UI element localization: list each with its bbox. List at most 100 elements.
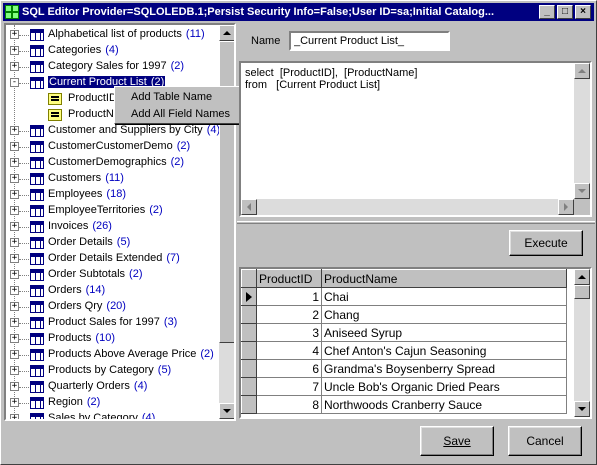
cell-productname[interactable]: Northwoods Cranberry Sauce [321,395,567,414]
expand-icon[interactable]: + [10,302,19,311]
cancel-button[interactable]: Cancel [508,426,582,456]
expand-icon[interactable]: + [10,286,19,295]
table-row[interactable]: 1 Chai [241,287,567,306]
tree-vertical-scrollbar[interactable] [219,25,234,419]
table-row[interactable]: 3 Aniseed Syrup [241,323,567,342]
grid-vertical-scrollbar[interactable] [574,269,590,417]
cell-productid[interactable]: 1 [256,287,322,306]
scroll-right-arrow-icon[interactable] [558,199,574,215]
name-field[interactable] [289,31,450,51]
expand-icon[interactable]: + [10,62,19,71]
cell-productid[interactable]: 4 [256,341,322,360]
expand-icon[interactable]: + [10,270,19,279]
tree-table-item[interactable]: + Customers (11) [6,171,219,187]
tree-table-item[interactable]: + Order Details Extended (7) [6,251,219,267]
schema-tree[interactable]: + Alphabetical list of products (11) + Categ… [4,23,236,421]
tree-item-label[interactable]: Categories (4) [48,44,119,56]
expand-icon[interactable]: + [10,318,19,327]
expand-icon[interactable]: + [10,206,19,215]
sql-editor[interactable]: select [ProductID], [ProductName] from [… [239,61,592,217]
row-indicator[interactable] [241,341,257,360]
tree-table-item[interactable]: + Products Above Average Price (2) [6,347,219,363]
tree-item-label[interactable]: CustomerCustomerDemo (2) [48,140,190,152]
tree-item-label[interactable]: Quarterly Orders (4) [48,380,147,392]
tree-table-item[interactable]: + Order Subtotals (2) [6,267,219,283]
tree-table-item[interactable]: + Product Sales for 1997 (3) [6,315,219,331]
tree-item-label[interactable]: Region (2) [48,396,100,408]
tree-item-label[interactable]: Sales by Category (4) [48,412,155,419]
title-bar[interactable]: SQL Editor Provider=SQLOLEDB.1;Persist S… [3,3,594,21]
scroll-down-arrow-icon[interactable] [574,401,590,417]
expand-icon[interactable]: + [10,30,19,39]
tree-table-item[interactable]: + CustomerCustomerDemo (2) [6,139,219,155]
tree-table-item[interactable]: + Category Sales for 1997 (2) [6,59,219,75]
tree-item-label[interactable]: Customer and Suppliers by City (4) [48,124,219,136]
tree-item-label[interactable]: Alphabetical list of products (11) [48,28,205,40]
pane-splitter[interactable] [237,221,595,224]
tree-item-label[interactable]: Products Above Average Price (2) [48,348,214,360]
tree-item-label[interactable]: EmployeeTerritories (2) [48,204,163,216]
table-row[interactable]: 2 Chang [241,305,567,324]
cell-productname[interactable]: Chef Anton's Cajun Seasoning [321,341,567,360]
expand-icon[interactable]: + [10,254,19,263]
cell-productname[interactable]: Grandma's Boysenberry Spread [321,359,567,378]
expand-icon[interactable]: + [10,382,19,391]
expand-icon[interactable]: + [10,142,19,151]
expand-icon[interactable]: + [10,222,19,231]
expand-icon[interactable]: + [10,334,19,343]
row-indicator[interactable] [241,323,257,342]
scroll-up-arrow-icon[interactable] [219,25,234,41]
cell-productname[interactable]: Aniseed Syrup [321,323,567,342]
tree-item-label[interactable]: ProductID [68,92,117,104]
tree-item-label[interactable]: Products (10) [48,332,115,344]
scroll-up-arrow-icon[interactable] [574,269,590,285]
table-row[interactable]: 6 Grandma's Boysenberry Spread [241,359,567,378]
sql-vertical-scrollbar[interactable] [574,63,590,199]
collapse-icon[interactable]: - [10,78,19,87]
tree-item-label[interactable]: Products by Category (5) [48,364,171,376]
scroll-left-arrow-icon[interactable] [241,199,257,215]
sql-horizontal-scrollbar[interactable] [241,199,574,215]
row-indicator[interactable] [241,305,257,324]
tree-table-item[interactable]: + Customer and Suppliers by City (4) [6,123,219,139]
scroll-up-arrow-icon[interactable] [574,63,590,79]
cell-productid[interactable]: 3 [256,323,322,342]
expand-icon[interactable]: + [10,190,19,199]
maximize-button[interactable]: □ [557,5,573,19]
scroll-down-arrow-icon[interactable] [219,403,234,419]
row-indicator[interactable] [241,359,257,378]
tree-item-label[interactable]: Product Sales for 1997 (3) [48,316,177,328]
close-button[interactable]: × [575,5,591,19]
tree-item-label[interactable]: Order Details (5) [48,236,130,248]
table-row[interactable]: 8 Northwoods Cranberry Sauce [241,395,567,414]
tree-table-item[interactable]: + EmployeeTerritories (2) [6,203,219,219]
scroll-thumb[interactable] [574,285,590,299]
save-button[interactable]: Save [420,426,494,456]
cell-productid[interactable]: 2 [256,305,322,324]
tree-item-label[interactable]: CustomerDemographics (2) [48,156,184,168]
cell-productname[interactable]: Uncle Bob's Organic Dried Pears [321,377,567,396]
tree-table-item[interactable]: + Quarterly Orders (4) [6,379,219,395]
execute-button[interactable]: Execute [509,230,583,256]
menu-item-add-table-name[interactable]: Add Table Name [131,89,212,105]
expand-icon[interactable]: + [10,350,19,359]
results-grid[interactable]: ProductID ProductName 1 Chai 2 Chang 3 Anisee… [239,267,592,419]
expand-icon[interactable]: + [10,126,19,135]
tree-item-label[interactable]: Order Subtotals (2) [48,268,143,280]
row-indicator[interactable] [241,377,257,396]
cell-productname[interactable]: Chang [321,305,567,324]
scroll-down-arrow-icon[interactable] [574,183,590,199]
tree-item-label[interactable]: Customers (11) [48,172,124,184]
tree-item-label[interactable]: Order Details Extended (7) [48,252,180,264]
cell-productid[interactable]: 7 [256,377,322,396]
tree-table-item[interactable]: + Products by Category (5) [6,363,219,379]
tree-table-item[interactable]: + Alphabetical list of products (11) [6,27,219,43]
column-header-productid[interactable]: ProductID [256,269,322,288]
expand-icon[interactable]: + [10,414,19,419]
cell-productid[interactable]: 6 [256,359,322,378]
expand-icon[interactable]: + [10,158,19,167]
column-header-productname[interactable]: ProductName [321,269,567,288]
table-row[interactable]: 7 Uncle Bob's Organic Dried Pears [241,377,567,396]
tree-table-item[interactable]: + Products (10) [6,331,219,347]
tree-table-item[interactable]: + Region (2) [6,395,219,411]
